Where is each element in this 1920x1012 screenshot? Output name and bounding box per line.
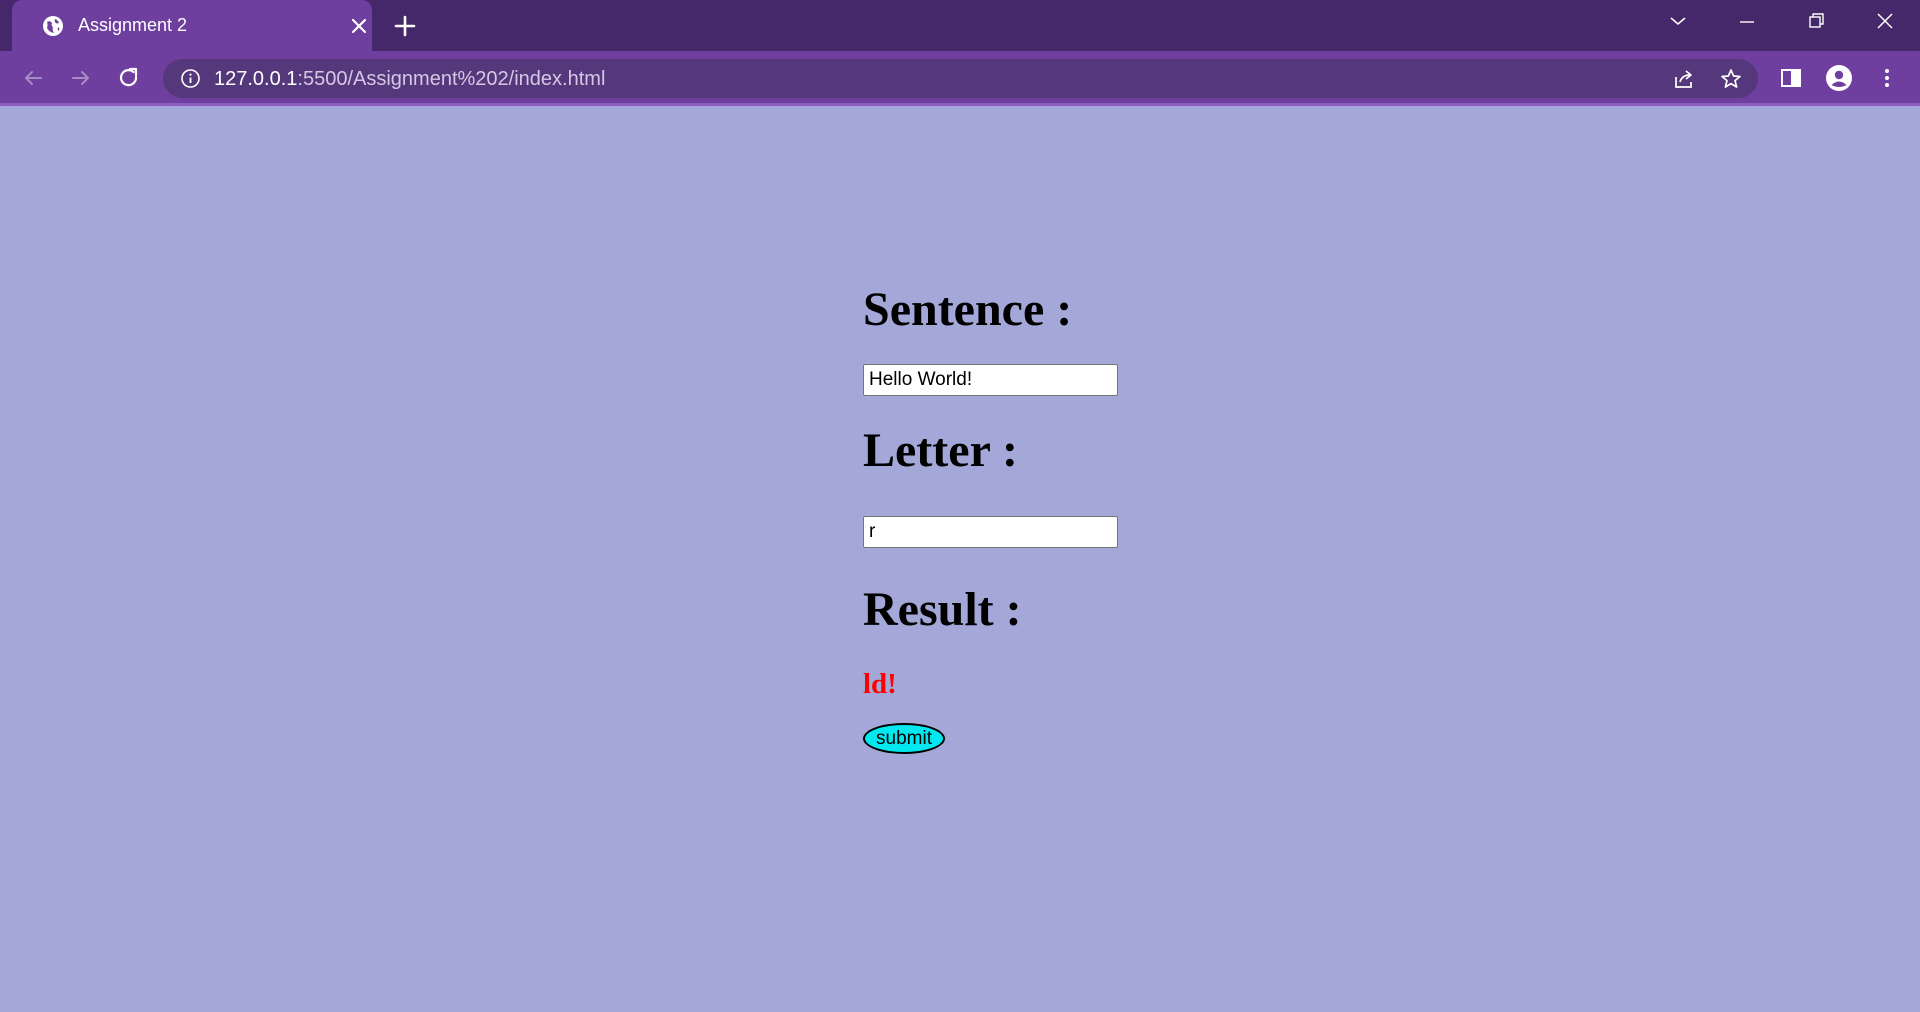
restore-icon[interactable]	[1794, 8, 1838, 36]
info-icon[interactable]	[180, 68, 201, 89]
page-content: Sentence : Letter : Result : ld! submit	[863, 106, 1118, 754]
sentence-heading: Sentence :	[863, 283, 1073, 336]
tab-title: Assignment 2	[78, 15, 188, 35]
minimize-icon[interactable]	[1725, 8, 1769, 36]
bookmark-star-icon[interactable]	[1719, 67, 1743, 91]
result-output: ld!	[863, 668, 897, 700]
browser-window: Assignment 2 127.0.0.1:5500/Assignment%2…	[0, 0, 1920, 1012]
tab-strip: Assignment 2	[0, 0, 1920, 51]
toolbar: 127.0.0.1:5500/Assignment%202/index.html	[0, 51, 1920, 103]
forward-icon[interactable]	[67, 64, 95, 92]
tab-search-icon[interactable]	[1656, 8, 1700, 36]
result-heading: Result :	[863, 583, 1022, 636]
letter-input[interactable]	[863, 516, 1118, 548]
url-path: :5500/Assignment%202/index.html	[297, 68, 606, 90]
url-host: 127.0.0.1	[214, 68, 298, 90]
sentence-input[interactable]	[863, 364, 1118, 396]
close-window-icon[interactable]	[1863, 8, 1907, 36]
share-icon[interactable]	[1672, 67, 1696, 91]
tab-assignment[interactable]: Assignment 2	[12, 0, 372, 51]
more-menu-icon[interactable]	[1873, 64, 1901, 92]
submit-button[interactable]: submit	[863, 723, 945, 754]
back-icon[interactable]	[19, 64, 47, 92]
profile-avatar-icon[interactable]	[1825, 64, 1853, 92]
new-tab-icon[interactable]	[392, 13, 418, 39]
address-bar[interactable]: 127.0.0.1:5500/Assignment%202/index.html	[163, 59, 1758, 98]
reload-icon[interactable]	[115, 64, 143, 92]
letter-heading: Letter :	[863, 424, 1019, 477]
globe-icon	[43, 16, 63, 36]
url-text[interactable]: 127.0.0.1:5500/Assignment%202/index.html	[214, 68, 605, 90]
side-panel-icon[interactable]	[1777, 64, 1805, 92]
close-icon[interactable]	[348, 15, 370, 37]
